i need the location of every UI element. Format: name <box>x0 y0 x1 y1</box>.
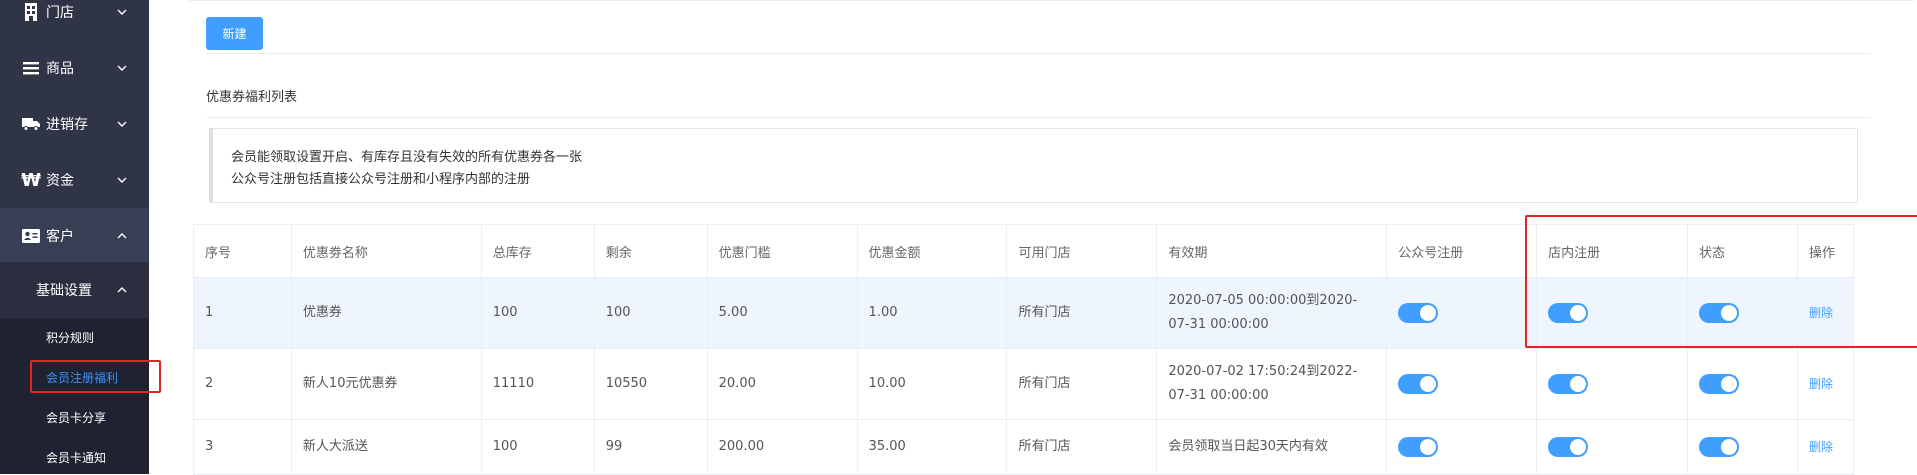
cell-validity: 会员领取当日起30天内有效 <box>1156 419 1388 475</box>
store-register-toggle[interactable] <box>1548 436 1589 457</box>
submenu-basic-settings[interactable]: 基础设置 <box>0 262 149 318</box>
nav-item-customer[interactable]: 客户 <box>0 208 149 264</box>
cell-store: 所有门店 <box>1006 348 1158 420</box>
cell-total: 100 <box>480 277 595 349</box>
status-toggle[interactable] <box>1699 436 1739 457</box>
section-title: 优惠券福利列表 <box>206 90 298 105</box>
main-content: 新建 优惠券福利列表 会员能领取设置开启、有库存且没有失效的所有优惠券各一张 公… <box>149 0 1917 475</box>
col-header-no: 序号 <box>193 224 292 278</box>
col-header-total: 总库存 <box>480 224 595 278</box>
chevron-down-icon <box>117 9 127 15</box>
nav-item-goods[interactable]: 商品 <box>0 40 149 96</box>
sidebar: 门店 商品 进销存 ₩ 资金 客户 基础设置 积分规则 会员注册福利 会员卡分享… <box>0 0 161 474</box>
col-header-threshold: 优惠门槛 <box>706 224 858 278</box>
col-header-wechat-register: 公众号注册 <box>1386 224 1538 278</box>
highlight-box <box>1525 215 1917 348</box>
cell-wechat-register <box>1386 419 1538 475</box>
cell-wechat-register <box>1386 277 1538 349</box>
won-icon: ₩ <box>21 169 41 191</box>
wechat-register-toggle[interactable] <box>1398 302 1439 323</box>
cell-wechat-register <box>1386 348 1538 420</box>
notice-line: 公众号注册包括直接公众号注册和小程序内部的注册 <box>231 172 531 187</box>
truck-icon <box>22 115 40 133</box>
nav-label: 商品 <box>46 61 74 77</box>
chevron-down-icon <box>117 65 127 71</box>
cell-threshold: 5.00 <box>706 277 858 349</box>
cell-name: 新人大派送 <box>290 419 482 475</box>
nav-label: 门店 <box>46 5 74 21</box>
cell-no: 2 <box>193 348 292 420</box>
chevron-up-icon <box>117 287 127 293</box>
list-icon <box>22 59 40 77</box>
status-toggle[interactable] <box>1699 373 1739 394</box>
cell-remain: 100 <box>593 277 708 349</box>
submenu-title: 基础设置 <box>36 283 92 299</box>
delete-link[interactable]: 删除 <box>1809 377 1833 391</box>
store-register-toggle[interactable] <box>1548 373 1589 394</box>
col-header-name: 优惠劵名称 <box>290 224 482 278</box>
cell-status <box>1687 419 1798 475</box>
cell-action: 删除 <box>1796 419 1855 475</box>
chevron-down-icon <box>117 121 127 127</box>
cell-total: 100 <box>480 419 595 475</box>
cell-name: 优惠券 <box>290 277 482 349</box>
divider <box>206 117 1871 118</box>
wechat-register-toggle[interactable] <box>1398 373 1439 394</box>
cell-amount: 35.00 <box>856 419 1008 475</box>
chevron-up-icon <box>117 233 127 239</box>
cell-status <box>1687 348 1798 420</box>
new-button[interactable]: 新建 <box>206 17 263 50</box>
cell-store-register <box>1536 419 1688 475</box>
cell-remain: 99 <box>593 419 708 475</box>
col-header-amount: 优惠金额 <box>856 224 1008 278</box>
table-row: 3 新人大派送 100 99 200.00 35.00 所有门店 会员领取当日起… <box>193 419 1855 475</box>
delete-link[interactable]: 删除 <box>1809 440 1833 454</box>
cell-total: 11110 <box>480 348 595 420</box>
nav-label: 进销存 <box>46 117 88 133</box>
cell-threshold: 20.00 <box>706 348 858 420</box>
cell-store: 所有门店 <box>1006 419 1158 475</box>
highlight-box <box>30 360 161 393</box>
table-row: 2 新人10元优惠券 11110 10550 20.00 10.00 所有门店 … <box>193 348 1855 420</box>
store-icon <box>22 3 40 21</box>
cell-name: 新人10元优惠券 <box>290 348 482 420</box>
cell-threshold: 200.00 <box>706 419 858 475</box>
cell-store: 所有门店 <box>1006 277 1158 349</box>
cell-no: 3 <box>193 419 292 475</box>
col-header-store: 可用门店 <box>1006 224 1158 278</box>
divider <box>206 53 1871 54</box>
cell-remain: 10550 <box>593 348 708 420</box>
sidebar-item-points-rules[interactable]: 积分规则 <box>46 329 94 346</box>
cell-store-register <box>1536 348 1688 420</box>
nav-item-funds[interactable]: ₩ 资金 <box>0 152 149 208</box>
nav-item-store[interactable]: 门店 <box>0 0 149 40</box>
cell-validity: 2020-07-02 17:50:24到2022-07-31 00:00:00 <box>1156 348 1388 420</box>
id-card-icon <box>22 227 40 245</box>
wechat-register-toggle[interactable] <box>1398 436 1439 457</box>
cell-amount: 10.00 <box>856 348 1008 420</box>
col-header-validity: 有效期 <box>1156 224 1388 278</box>
notice-box: 会员能领取设置开启、有库存且没有失效的所有优惠券各一张 公众号注册包括直接公众号… <box>209 128 1858 203</box>
cell-amount: 1.00 <box>856 277 1008 349</box>
notice-line: 会员能领取设置开启、有库存且没有失效的所有优惠券各一张 <box>231 150 583 165</box>
sidebar-item-card-share[interactable]: 会员卡分享 <box>46 409 106 426</box>
nav-label: 资金 <box>46 173 74 189</box>
chevron-down-icon <box>117 177 127 183</box>
nav-label: 客户 <box>46 229 74 245</box>
cell-action: 删除 <box>1796 348 1855 420</box>
nav-item-inventory[interactable]: 进销存 <box>0 96 149 152</box>
cell-validity: 2020-07-05 00:00:00到2020-07-31 00:00:00 <box>1156 277 1388 349</box>
cell-no: 1 <box>193 277 292 349</box>
divider <box>189 0 1914 1</box>
sidebar-item-card-notice[interactable]: 会员卡通知 <box>46 449 106 466</box>
col-header-remain: 剩余 <box>593 224 708 278</box>
